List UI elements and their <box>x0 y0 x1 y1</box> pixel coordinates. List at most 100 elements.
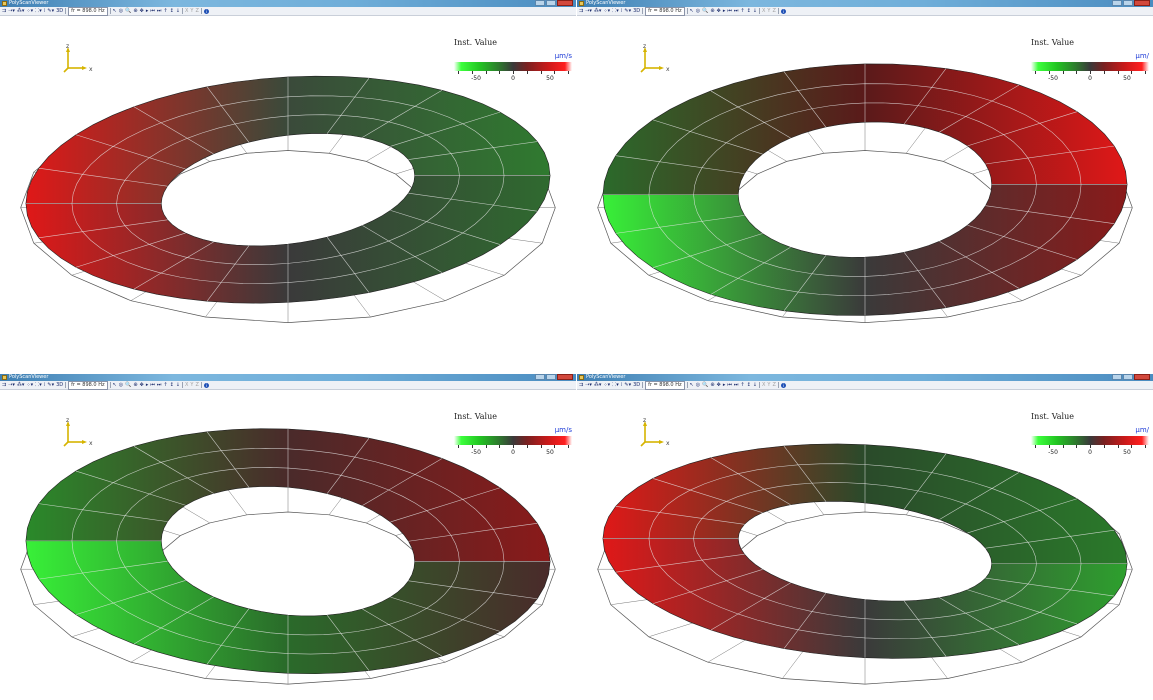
toolbar-nav-3[interactable]: ⊕ <box>710 382 714 389</box>
toolbar-nav-10[interactable]: ↓ <box>176 8 180 15</box>
maximize-button[interactable] <box>1123 0 1133 6</box>
toolbar-nav-9[interactable]: ↕ <box>747 8 751 15</box>
toolbar-tool-1[interactable]: ⇢▾ <box>8 382 15 389</box>
frequency-combo[interactable]: fr = 898.0 Hz <box>68 6 108 16</box>
toolbar-nav-0[interactable]: ↖ <box>690 382 694 389</box>
toolbar-tool-0[interactable]: ⇉ <box>579 382 583 389</box>
toolbar-tool-3[interactable]: ⁘▾ <box>26 382 33 389</box>
toolbar-tool-6[interactable]: ✎▾ <box>47 8 54 15</box>
info-icon[interactable]: i <box>203 382 209 388</box>
toolbar-tool-4[interactable]: ⸬▾ <box>35 382 42 389</box>
toolbar-tool-4[interactable]: ⸬▾ <box>612 8 619 15</box>
toolbar-nav-9[interactable]: ↕ <box>747 382 751 389</box>
3d-view-canvas[interactable]: z x Inst. Value μm/s -50 0 50 <box>0 16 576 350</box>
toolbar-nav-5[interactable]: ▸ <box>146 382 149 389</box>
toolbar-nav-1[interactable]: ◎ <box>119 382 123 389</box>
toolbar-tool-7[interactable]: 3D <box>56 382 63 389</box>
toolbar-nav-4[interactable]: ✥ <box>717 8 721 15</box>
toolbar-tool-1[interactable]: ⇢▾ <box>8 8 15 15</box>
close-button[interactable] <box>557 0 573 6</box>
frequency-combo[interactable]: fr = 898.0 Hz <box>68 380 108 390</box>
toolbar-tool-1[interactable]: ⇢▾ <box>585 8 592 15</box>
toolbar-nav-10[interactable]: ↓ <box>753 382 757 389</box>
toolbar-nav-2[interactable]: 🔍 <box>702 382 708 389</box>
info-icon[interactable]: i <box>203 8 209 14</box>
3d-view-canvas[interactable]: z x Inst. Value μm/ -50 0 50 <box>577 390 1153 700</box>
toolbar-tool-5[interactable]: ⁞ <box>44 382 46 389</box>
toolbar-nav-0[interactable]: ↖ <box>113 8 117 15</box>
toolbar-tool-2[interactable]: ⁂▾ <box>17 8 25 15</box>
toolbar-nav-5[interactable]: ▸ <box>146 8 149 15</box>
toolbar-tool-5[interactable]: ⁞ <box>621 8 623 15</box>
3d-view-canvas[interactable]: z x Inst. Value μm/s -50 0 50 <box>0 390 576 700</box>
toolbar-tool-3[interactable]: ⁘▾ <box>26 8 33 15</box>
toolbar-tool-2[interactable]: ⁂▾ <box>594 8 602 15</box>
toolbar-nav-6[interactable]: ⏮ <box>727 8 732 15</box>
toolbar-nav-9[interactable]: ↕ <box>170 382 174 389</box>
close-button[interactable] <box>557 374 573 380</box>
toolbar-tool-4[interactable]: ⸬▾ <box>612 382 619 389</box>
toolbar-nav-8[interactable]: ↑ <box>163 8 167 15</box>
toolbar-nav-1[interactable]: ◎ <box>696 8 700 15</box>
toolbar-nav-4[interactable]: ✥ <box>717 382 721 389</box>
toolbar-tool-7[interactable]: 3D <box>633 382 640 389</box>
toolbar-nav-5[interactable]: ▸ <box>723 8 726 15</box>
maximize-button[interactable] <box>546 374 556 380</box>
maximize-button[interactable] <box>546 0 556 6</box>
toolbar-nav-4[interactable]: ✥ <box>140 382 144 389</box>
toolbar-tool-6[interactable]: ✎▾ <box>47 382 54 389</box>
toolbar-nav-10[interactable]: ↓ <box>176 382 180 389</box>
close-button[interactable] <box>1134 0 1150 6</box>
toolbar-nav-0[interactable]: ↖ <box>690 8 694 15</box>
toolbar-nav-2[interactable]: 🔍 <box>702 8 708 15</box>
minimize-button[interactable] <box>535 0 545 6</box>
toolbar-nav-2[interactable]: 🔍 <box>125 382 131 389</box>
toolbar-tool-7[interactable]: 3D <box>633 8 640 15</box>
info-icon[interactable]: i <box>780 382 786 388</box>
toolbar-tool-2[interactable]: ⁂▾ <box>594 382 602 389</box>
maximize-button[interactable] <box>1123 374 1133 380</box>
toolbar-nav-9[interactable]: ↕ <box>170 8 174 15</box>
toolbar-nav-3[interactable]: ⊕ <box>133 382 137 389</box>
toolbar-tool-6[interactable]: ✎▾ <box>624 8 631 15</box>
toolbar-tool-3[interactable]: ⁘▾ <box>603 382 610 389</box>
toolbar-nav-1[interactable]: ◎ <box>119 8 123 15</box>
toolbar-nav-10[interactable]: ↓ <box>753 8 757 15</box>
minimize-button[interactable] <box>1112 374 1122 380</box>
toolbar-nav-1[interactable]: ◎ <box>696 382 700 389</box>
toolbar-tool-5[interactable]: ⁞ <box>621 382 623 389</box>
toolbar-nav-7[interactable]: ⏭ <box>157 8 162 15</box>
toolbar-tool-6[interactable]: ✎▾ <box>624 382 631 389</box>
toolbar-nav-7[interactable]: ⏭ <box>157 382 162 389</box>
minimize-button[interactable] <box>535 374 545 380</box>
info-icon[interactable]: i <box>780 8 786 14</box>
frequency-combo[interactable]: fr = 898.0 Hz <box>645 380 685 390</box>
toolbar-nav-4[interactable]: ✥ <box>140 8 144 15</box>
toolbar-tool-0[interactable]: ⇉ <box>2 382 6 389</box>
minimize-button[interactable] <box>1112 0 1122 6</box>
toolbar-nav-5[interactable]: ▸ <box>723 382 726 389</box>
toolbar-tool-3[interactable]: ⁘▾ <box>603 8 610 15</box>
toolbar-nav-0[interactable]: ↖ <box>113 382 117 389</box>
toolbar-nav-6[interactable]: ⏮ <box>150 8 155 15</box>
toolbar-nav-6[interactable]: ⏮ <box>150 382 155 389</box>
toolbar-nav-3[interactable]: ⊕ <box>133 8 137 15</box>
toolbar-tool-4[interactable]: ⸬▾ <box>35 8 42 15</box>
toolbar-tool-1[interactable]: ⇢▾ <box>585 382 592 389</box>
toolbar-tool-0[interactable]: ⇉ <box>2 8 6 15</box>
toolbar-tool-0[interactable]: ⇉ <box>579 8 583 15</box>
toolbar-nav-8[interactable]: ↑ <box>740 8 744 15</box>
toolbar-nav-3[interactable]: ⊕ <box>710 8 714 15</box>
3d-view-canvas[interactable]: z x Inst. Value μm/ -50 0 50 <box>577 16 1153 350</box>
toolbar-nav-8[interactable]: ↑ <box>740 382 744 389</box>
toolbar-tool-7[interactable]: 3D <box>56 8 63 15</box>
toolbar-nav-2[interactable]: 🔍 <box>125 8 131 15</box>
toolbar-tool-5[interactable]: ⁞ <box>44 8 46 15</box>
toolbar-nav-7[interactable]: ⏭ <box>734 8 739 15</box>
frequency-combo[interactable]: fr = 898.0 Hz <box>645 6 685 16</box>
close-button[interactable] <box>1134 374 1150 380</box>
toolbar-tool-2[interactable]: ⁂▾ <box>17 382 25 389</box>
toolbar-nav-8[interactable]: ↑ <box>163 382 167 389</box>
toolbar-nav-7[interactable]: ⏭ <box>734 382 739 389</box>
toolbar-nav-6[interactable]: ⏮ <box>727 382 732 389</box>
